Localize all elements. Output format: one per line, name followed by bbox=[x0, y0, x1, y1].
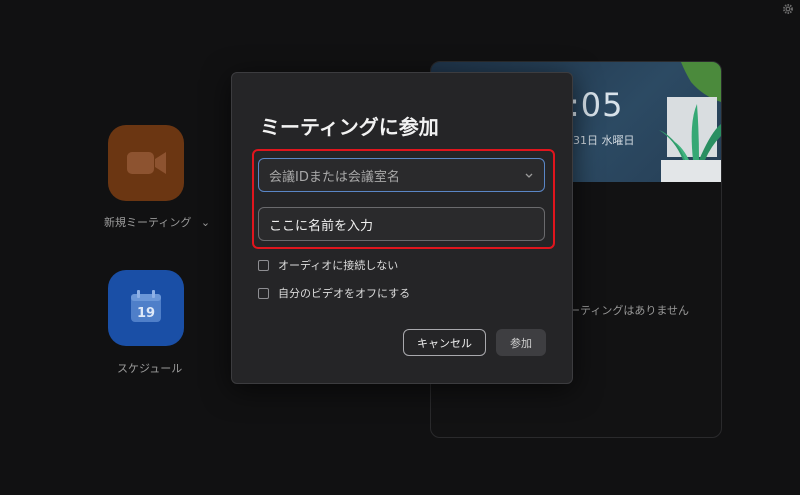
name-input[interactable]: ここに名前を入力 bbox=[258, 207, 545, 241]
video-off-checkbox[interactable] bbox=[258, 287, 269, 299]
clock-date: 31日 水曜日 bbox=[573, 134, 635, 147]
calendar-day: 19 bbox=[137, 306, 155, 321]
calendar-icon: 19 bbox=[131, 290, 161, 322]
schedule-label: スケジュール bbox=[117, 362, 183, 375]
no-audio-label: オーディオに接続しない bbox=[278, 259, 399, 272]
meeting-id-placeholder: 会議IDまたは会議室名 bbox=[269, 169, 400, 185]
chevron-down-icon[interactable]: ⌄ bbox=[201, 216, 210, 229]
new-meeting-label[interactable]: 新規ミーティング ⌄ bbox=[104, 214, 210, 230]
video-camera-icon bbox=[127, 152, 166, 174]
clock-time: :05 bbox=[569, 86, 624, 124]
gear-icon[interactable] bbox=[782, 3, 794, 15]
join-meeting-dialog: ミーティングに参加 会議IDまたは会議室名 ここに名前を入力 オーディオに接続し… bbox=[231, 72, 573, 384]
name-value: ここに名前を入力 bbox=[269, 218, 374, 234]
join-button[interactable]: 参加 bbox=[496, 329, 546, 356]
plant-illustration bbox=[659, 62, 721, 182]
cancel-button[interactable]: キャンセル bbox=[403, 329, 486, 356]
meeting-id-input[interactable]: 会議IDまたは会議室名 bbox=[258, 158, 545, 192]
video-off-option[interactable]: 自分のビデオをオフにする bbox=[258, 285, 410, 301]
video-off-label: 自分のビデオをオフにする bbox=[278, 287, 411, 300]
new-meeting-button[interactable] bbox=[108, 125, 184, 201]
schedule-button[interactable]: 19 bbox=[108, 270, 184, 346]
no-meetings-text: ーティングはありません bbox=[569, 304, 690, 317]
no-audio-checkbox[interactable] bbox=[258, 259, 269, 271]
no-audio-option[interactable]: オーディオに接続しない bbox=[258, 257, 398, 273]
chevron-down-icon[interactable] bbox=[524, 170, 534, 180]
dialog-title: ミーティングに参加 bbox=[260, 115, 439, 139]
